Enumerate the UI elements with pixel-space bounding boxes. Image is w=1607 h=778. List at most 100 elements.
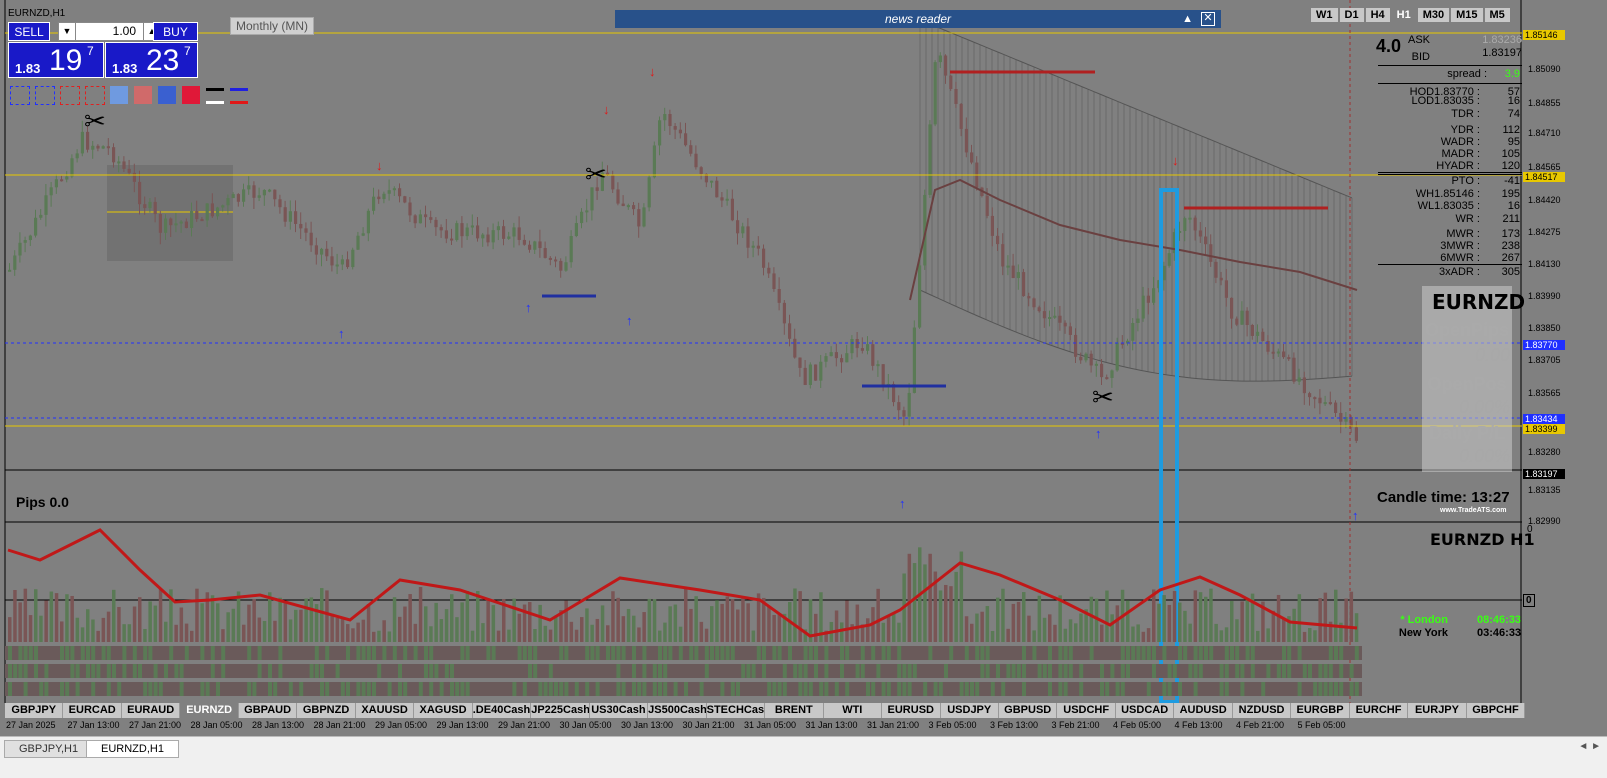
- symbol-button-euraud[interactable]: EURAUD: [121, 703, 181, 718]
- symbol-button-us30cash[interactable]: US30Cash: [589, 703, 649, 718]
- signal-strip-cell: [70, 646, 75, 660]
- signal-strip-cell: [1339, 682, 1344, 696]
- symbol-button-nzdusd[interactable]: NZDUSD: [1232, 703, 1292, 718]
- volume-bar: [288, 619, 293, 642]
- volume-bar: [101, 617, 106, 642]
- volume-bar: [65, 594, 69, 642]
- symbol-button-usdcad[interactable]: USDCAD: [1115, 703, 1175, 718]
- rect-tool-icon[interactable]: [10, 86, 30, 105]
- volume-bar: [1323, 592, 1328, 642]
- symbol-button-gbpusd[interactable]: GBPUSD: [998, 703, 1058, 718]
- fill-tool-icon[interactable]: [110, 86, 128, 104]
- fill-tool-icon[interactable]: [134, 86, 152, 104]
- chart-window[interactable]: ↓ ↓ ↓ ↓ ↑ ↑ ↑ ↑ ↑ ↑ ✂ ✂ ✂ EURNZD,H1 SELL ▼ 1.00 ▲ BU…: [0, 0, 1607, 756]
- chevron-down-icon[interactable]: ▼: [59, 23, 76, 40]
- signal-strip-cell: [465, 682, 470, 696]
- volume-bar: [23, 588, 28, 642]
- bull-candle: [18, 242, 22, 256]
- bear-candle: [736, 220, 740, 234]
- symbol-button-eurnzd[interactable]: EURNZD: [180, 703, 239, 718]
- fill-tool-icon[interactable]: [158, 86, 176, 104]
- timeframe-button-m5[interactable]: M5: [1484, 8, 1510, 22]
- symbol-button-jp225cash[interactable]: JP225Cash: [531, 703, 590, 718]
- signal-strip-cell: [819, 682, 824, 696]
- symbol-button-eurgbp[interactable]: EURGBP: [1291, 703, 1350, 718]
- bear-candle: [860, 348, 864, 351]
- volume-bar: [429, 626, 433, 642]
- daily-pl-label: Daily P/L: [1428, 423, 1506, 443]
- bull-candle: [366, 210, 370, 234]
- rect-tool-icon[interactable]: [60, 86, 80, 105]
- tab-scroll-icon[interactable]: ◄ ►: [1578, 741, 1601, 752]
- timeframe-button-h1[interactable]: H1: [1391, 8, 1416, 22]
- collapse-icon[interactable]: ▲: [1182, 10, 1193, 28]
- bull-candle: [481, 234, 485, 239]
- sell-button[interactable]: SELL: [8, 22, 50, 41]
- symbol-button-gbpnzd[interactable]: GBPNZD: [297, 703, 356, 718]
- symbol-button-eurchf[interactable]: EURCHF: [1349, 703, 1409, 718]
- symbol-button-gbpchf[interactable]: GBPCHF: [1466, 703, 1526, 718]
- rect-tool-icon[interactable]: [85, 86, 105, 105]
- bear-candle: [777, 289, 781, 303]
- price-label: 1.84855: [1528, 98, 1561, 108]
- signal-strip-cell: [216, 682, 220, 696]
- price-label-blue: 1.83434: [1523, 414, 1565, 424]
- timeframe-button-h4[interactable]: H4: [1365, 8, 1390, 22]
- signal-strip-cell: [179, 682, 184, 696]
- symbol-button-usdjpy[interactable]: USDJPY: [940, 703, 999, 718]
- timeframe-button-m15[interactable]: M15: [1451, 8, 1483, 22]
- chart-tab[interactable]: EURNZD,H1: [86, 740, 179, 758]
- signal-strip-cell: [585, 646, 590, 660]
- timeframe-button-m30[interactable]: M30: [1417, 8, 1450, 22]
- bear-candle: [720, 197, 724, 201]
- symbol-button-eurjpy[interactable]: EURJPY: [1408, 703, 1467, 718]
- fill-tool-icon[interactable]: [182, 86, 200, 104]
- bull-candle: [231, 194, 235, 199]
- bear-candle: [834, 352, 838, 359]
- symbol-button-stechcas[interactable]: STECHCas: [706, 703, 766, 718]
- news-reader-bar[interactable]: news reader ▲ ✕: [615, 10, 1221, 28]
- rect-tool-icon[interactable]: [35, 86, 55, 105]
- symbol-button-eurusd[interactable]: EURUSD: [882, 703, 941, 718]
- candle-time: Candle time: 13:27: [1377, 489, 1510, 506]
- timeframe-button-d1[interactable]: D1: [1339, 8, 1364, 22]
- symbol-button-gbpaud[interactable]: GBPAUD: [238, 703, 298, 718]
- volume-bar: [663, 622, 667, 642]
- signal-strip-cell: [247, 682, 252, 696]
- symbol-button-gbpjpy[interactable]: GBPJPY: [5, 703, 64, 718]
- signal-strip-cell: [320, 664, 324, 678]
- signal-strip-cell: [637, 682, 642, 696]
- symbol-button-de40cash[interactable]: .DE40Cash: [472, 703, 532, 718]
- buy-price-box[interactable]: 1.83 23 7: [105, 42, 198, 78]
- symbol-button-xauusd[interactable]: XAUUSD: [355, 703, 415, 718]
- volume-bar: [1105, 590, 1109, 642]
- signal-strip-cell: [1058, 682, 1063, 696]
- signal-strip-cell: [200, 682, 205, 696]
- volume-bar: [470, 630, 475, 642]
- symbol-button-xagusd[interactable]: XAGUSD: [414, 703, 473, 718]
- volume-bar: [1219, 630, 1224, 642]
- lot-size-input[interactable]: ▼ 1.00 ▲: [58, 22, 161, 41]
- close-icon[interactable]: ✕: [1201, 12, 1215, 26]
- bull-candle: [819, 361, 823, 381]
- timeframe-button-w1[interactable]: W1: [1311, 8, 1338, 22]
- line-tool-icon[interactable]: [230, 88, 248, 104]
- signal-strip-cell: [1152, 646, 1156, 660]
- line-tool-icon[interactable]: [206, 88, 224, 104]
- sell-price-box[interactable]: 1.83 19 7: [8, 42, 104, 78]
- symbol-button-audusd[interactable]: AUDUSD: [1174, 703, 1233, 718]
- volume-bar: [616, 597, 620, 642]
- buy-button[interactable]: BUY: [153, 22, 198, 41]
- signal-strip-cell: [1334, 646, 1338, 660]
- price-chart[interactable]: ↓ ↓ ↓ ↓ ↑ ↑ ↑ ↑ ↑ ↑ ✂ ✂ ✂: [0, 0, 1522, 720]
- timeframe-tooltip: Monthly (MN): [230, 17, 315, 35]
- symbol-button-brent[interactable]: BRENT: [765, 703, 824, 718]
- stat-value-ydr: 112: [1502, 124, 1520, 136]
- symbol-button-wti[interactable]: WTI: [823, 703, 883, 718]
- symbol-button-usdchf[interactable]: USDCHF: [1057, 703, 1116, 718]
- volume-bar: [91, 619, 95, 642]
- symbol-button-js500cash[interactable]: JS500Cash: [648, 703, 707, 718]
- symbol-button-eurcad[interactable]: EURCAD: [63, 703, 122, 718]
- chart-tab[interactable]: GBPJPY,H1: [4, 740, 94, 758]
- bull-candle: [1048, 317, 1052, 320]
